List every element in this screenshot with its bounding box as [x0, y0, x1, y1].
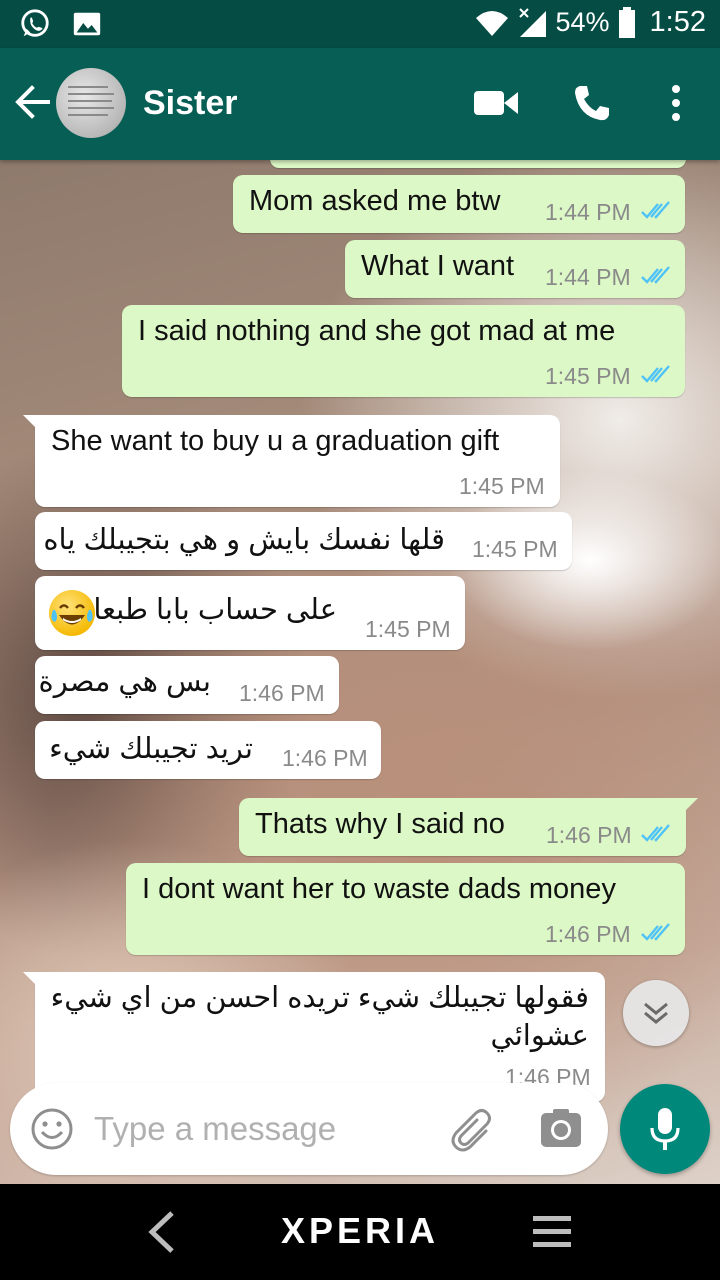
outgoing-message[interactable]: I said nothing and she got mad at me 1:4… [122, 305, 685, 397]
camera-icon[interactable] [540, 1108, 582, 1150]
message-time: 1:46 PM [546, 822, 632, 848]
message-text-line1: فقولها تجيبلك شيء تريده احسن من اي شيء [50, 982, 589, 1014]
message-text: I dont want her to waste dads money [142, 873, 616, 905]
message-time: 1:45 PM [472, 536, 558, 562]
battery-percent: 54% [555, 7, 610, 37]
gallery-icon [73, 12, 101, 36]
nav-menu-icon[interactable] [533, 1214, 571, 1250]
incoming-message[interactable]: She want to buy u a graduation gift 1:45… [23, 415, 560, 507]
clock: 1:52 [649, 6, 706, 38]
chat-area[interactable]: Mom asked me btw 1:44 PM What I want 1:4… [0, 160, 720, 1184]
voice-call-icon [575, 86, 609, 121]
status-bar: 54% 1:52 [0, 0, 720, 48]
battery-icon [618, 6, 635, 38]
read-ticks-icon [641, 365, 670, 383]
emoji-icon[interactable] [30, 1107, 74, 1151]
more-vert-icon [672, 85, 680, 121]
double-chevron-down-icon [644, 1002, 668, 1024]
chat-header: Sister [0, 48, 720, 160]
read-ticks-icon [641, 266, 670, 284]
more-options-button[interactable] [664, 80, 688, 126]
message-text: قلها نفسك بايش و هي بتجيبلك ياه [43, 524, 445, 556]
whatsapp-icon [21, 9, 49, 37]
message-time: 1:45 PM [365, 616, 451, 642]
incoming-message[interactable]: على حساب بابا طبعا 1:45 PM [35, 576, 465, 650]
incoming-message[interactable]: بس هي مصرة 1:46 PM [35, 656, 339, 714]
scroll-to-bottom-button[interactable] [623, 980, 689, 1046]
message-composer [10, 1083, 608, 1175]
read-ticks-icon [641, 201, 670, 219]
message-time: 1:46 PM [545, 921, 631, 947]
read-ticks-icon [641, 824, 670, 842]
avatar[interactable] [56, 68, 126, 138]
message-text: تريد تجيبلك شيء [49, 733, 253, 765]
message-text: I said nothing and she got mad at me [138, 315, 616, 347]
video-call-button[interactable] [474, 80, 518, 126]
message-time: 1:45 PM [545, 363, 631, 389]
system-nav-bar: XPERIA [0, 1184, 720, 1280]
message-input[interactable] [94, 1107, 414, 1151]
wifi-icon [475, 10, 508, 36]
back-arrow-icon[interactable] [12, 82, 52, 122]
brand-logo: XPERIA [280, 1210, 440, 1251]
message-text: Thats why I said no [255, 808, 505, 840]
signal-icon [518, 7, 546, 37]
read-ticks-icon [641, 923, 670, 941]
message-time: 1:46 PM [282, 745, 368, 771]
outgoing-message[interactable]: Thats why I said no 1:46 PM [239, 798, 698, 856]
message-text: She want to buy u a graduation gift [51, 425, 500, 457]
incoming-message[interactable]: قلها نفسك بايش و هي بتجيبلك ياه 1:45 PM [35, 512, 572, 570]
video-call-icon [474, 91, 518, 115]
message-text: What I want [361, 250, 515, 282]
incoming-message[interactable]: تريد تجيبلك شيء 1:46 PM [35, 721, 381, 779]
message-text: بس هي مصرة [38, 666, 212, 698]
tears-of-joy-emoji [49, 590, 95, 636]
voice-message-button[interactable] [620, 1084, 710, 1174]
message-time: 1:44 PM [545, 199, 631, 225]
outgoing-message[interactable]: Mom asked me btw 1:44 PM [233, 175, 685, 233]
message-time: 1:46 PM [239, 680, 325, 706]
message-text: Mom asked me btw [249, 185, 501, 217]
outgoing-message[interactable]: I dont want her to waste dads money 1:46… [126, 863, 685, 955]
message-time: 1:45 PM [459, 473, 545, 499]
mic-icon [650, 1108, 680, 1150]
message-time: 1:44 PM [545, 264, 631, 290]
outgoing-message[interactable]: What I want 1:44 PM [345, 240, 685, 298]
voice-call-button[interactable] [570, 80, 614, 126]
message-bubble-partial [270, 160, 686, 168]
message-text: على حساب بابا طبعا [93, 594, 337, 626]
contact-name[interactable]: Sister [143, 84, 238, 123]
message-text-line2: عشوائي [490, 1020, 589, 1052]
attach-icon[interactable] [450, 1107, 496, 1153]
